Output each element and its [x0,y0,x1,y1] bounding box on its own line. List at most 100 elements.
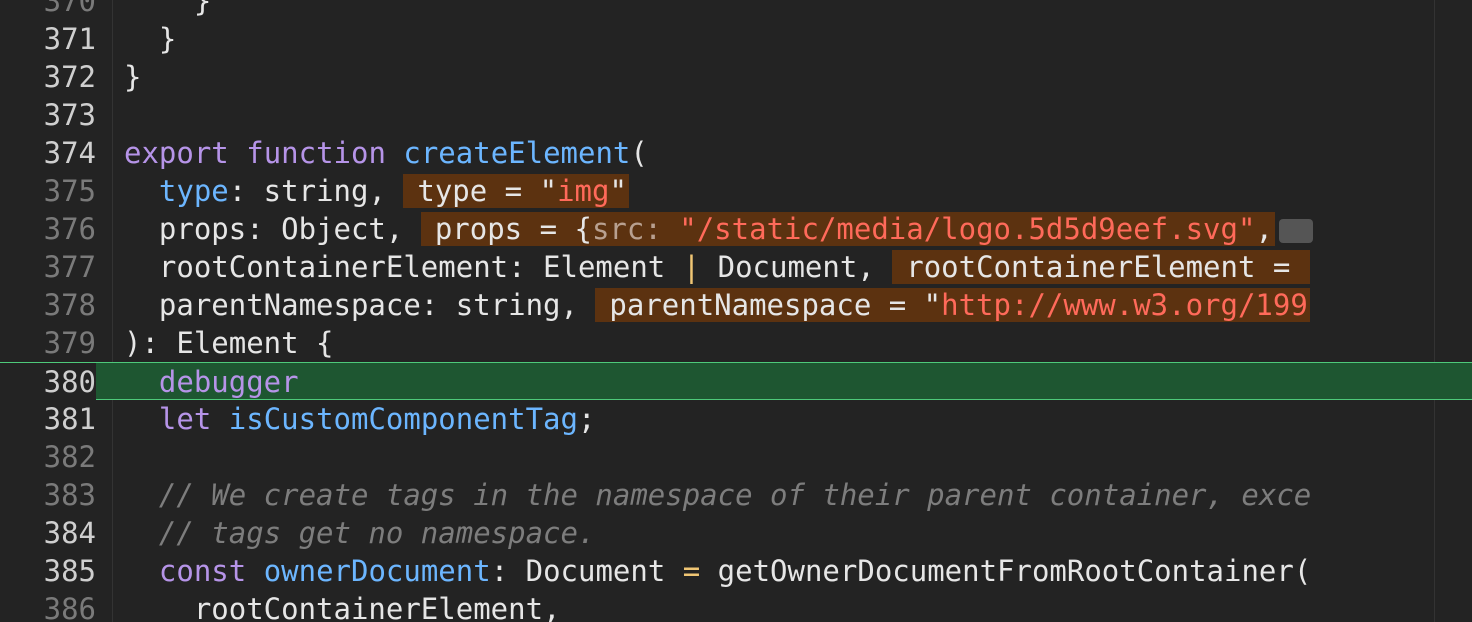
code-token: function [246,136,386,170]
code-token: ownerDocument [263,554,491,588]
code-token: ; [577,402,596,436]
inline-value-preview[interactable]: parentNamespace = "http://www.w3.org/199 [595,288,1310,322]
line-number[interactable]: 371 [0,20,96,58]
line-number[interactable]: 379 [0,324,96,362]
line-code: ): Element { [124,324,334,362]
inline-value-token: "/static/media/logo.5d5d9eef.svg" [679,212,1256,246]
code-line[interactable]: 372} [0,58,1472,96]
line-number[interactable]: 376 [0,210,96,248]
inline-value-token: parentNamespace = " [609,288,942,322]
code-line[interactable]: 374 export function createElement( [0,134,1472,172]
code-token: : Document [490,554,683,588]
line-number[interactable]: 386 [0,590,96,622]
code-token: | [682,250,701,284]
line-number[interactable]: 375 [0,172,96,210]
code-token: props: Object, [124,212,421,246]
line-number[interactable]: 372 [0,58,96,96]
code-line[interactable]: 370 } [0,0,1472,20]
code-token: rootContainerElement: Element [124,250,683,284]
code-token: parentNamespace: string, [124,288,596,322]
inline-value-preview[interactable]: type = "img" [403,174,629,208]
code-line[interactable]: 381 let isCustomComponentTag; [0,400,1472,438]
code-line[interactable]: 382 [0,438,1472,476]
line-code: let isCustomComponentTag; [124,400,596,438]
line-number[interactable]: 382 [0,438,96,476]
code-token: = [682,554,701,588]
code-token: isCustomComponentTag [228,402,578,436]
code-token: export [124,136,229,170]
line-code: props: Object, props = {src: "/static/me… [124,210,1313,248]
line-code: parentNamespace: string, parentNamespace… [124,286,1310,324]
code-line[interactable]: 378 parentNamespace: string, parentNames… [0,286,1472,324]
line-code: rootContainerElement: Element | Document… [124,248,1310,286]
code-token: debugger [158,365,299,399]
code-token: } [124,60,142,94]
inline-value-token: rootContainerElement = [906,250,1308,284]
code-token: createElement [403,136,631,170]
expand-ellipsis-icon[interactable] [1278,219,1313,243]
code-token: rootContainerElement, [124,592,561,622]
line-code: } [124,0,211,20]
line-code: // tags get no namespace. [124,514,596,552]
line-code: } [124,20,176,58]
code-token: type [158,174,229,208]
code-line[interactable]: 383 // We create tags in the namespace o… [0,476,1472,514]
code-token: getOwnerDocumentFromRootContainer( [700,554,1312,588]
code-line[interactable]: 375 type: string, type = "img" [0,172,1472,210]
paused-line[interactable]: 380 debugger [0,362,1472,401]
code-line[interactable]: 377 rootContainerElement: Element | Docu… [0,248,1472,286]
code-token: ( [630,136,648,170]
code-token: } [124,22,177,56]
code-line[interactable]: 385 const ownerDocument: Document = getO… [0,552,1472,590]
line-number[interactable]: 384 [0,514,96,552]
line-number[interactable]: 370 [0,0,96,20]
line-number[interactable]: 373 [0,96,96,134]
line-code: } [124,58,141,96]
inline-value-preview[interactable]: rootContainerElement = [892,250,1310,284]
code-token: // We create tags in the namespace of th… [124,478,1312,512]
line-number[interactable]: 374 [0,134,96,172]
line-code: type: string, type = "img" [124,172,629,210]
code-editor[interactable]: 370 } 371 } 372} 373 374 export function crea… [0,0,1472,622]
inline-value-token: http://www.w3.org/199 [941,288,1308,322]
code-token: ): Element { [124,326,334,360]
line-code: // We create tags in the namespace of th… [124,476,1311,514]
code-token: } [124,0,212,18]
code-token: let [158,402,212,436]
inline-value-token: type = " [417,174,558,208]
line-number[interactable]: 381 [0,400,96,438]
inline-value-preview[interactable]: props = {src: "/static/media/logo.5d5d9e… [420,212,1275,246]
inline-value-token: , [1255,212,1273,246]
line-code: debugger [124,363,299,401]
line-number[interactable]: 378 [0,286,96,324]
inline-value-token: src: [591,212,680,246]
line-number[interactable]: 383 [0,476,96,514]
line-code: rootContainerElement, [124,590,561,622]
code-token: Document, [700,250,893,284]
code-token: : string, [228,174,404,208]
code-line[interactable]: 379 ): Element { [0,324,1472,362]
line-code: const ownerDocument: Document = getOwner… [124,552,1311,590]
line-number[interactable]: 377 [0,248,96,286]
line-number[interactable]: 385 [0,552,96,590]
inline-value-token: props = { [434,212,592,246]
code-token: // tags get no namespace. [124,516,596,550]
line-code: export function createElement( [124,134,648,172]
inline-value-token: img [557,174,610,208]
code-line[interactable]: 371 } [0,20,1472,58]
inline-value-token: " [609,174,627,208]
line-number[interactable]: 380 [0,363,96,401]
code-line[interactable]: 386 rootContainerElement, [0,590,1472,622]
code-token: const [158,554,247,588]
code-line[interactable]: 373 [0,96,1472,134]
code-line[interactable]: 384 // tags get no namespace. [0,514,1472,552]
code-line[interactable]: 376 props: Object, props = {src: "/stati… [0,210,1472,248]
